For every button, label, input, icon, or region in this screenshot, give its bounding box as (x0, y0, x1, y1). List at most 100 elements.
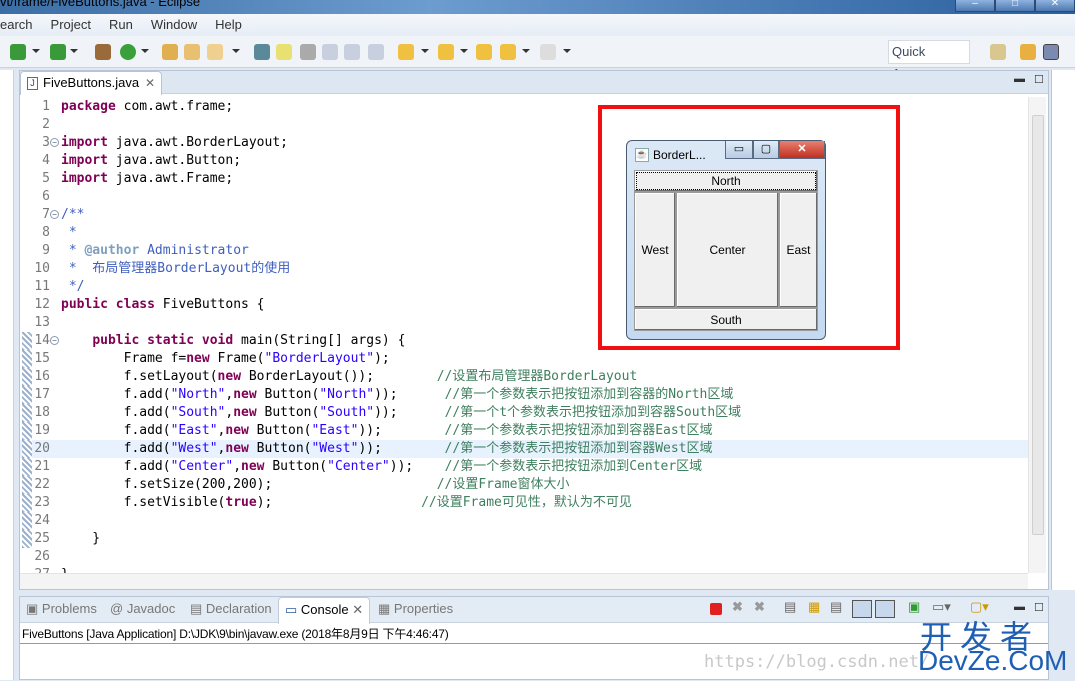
code-token: Frame f= (61, 351, 187, 366)
code-token: f.setSize(200,200); (61, 477, 437, 492)
quick-access-input[interactable]: Quick Access (888, 40, 970, 81)
center-button[interactable]: Center (676, 192, 779, 308)
close-tab-icon[interactable]: ✕ (145, 72, 155, 94)
show-on-stderr-icon[interactable] (875, 600, 895, 618)
maximize-icon[interactable]: □ (995, 0, 1035, 12)
menu-help[interactable]: Help (206, 14, 251, 36)
vertical-scrollbar[interactable] (1028, 97, 1046, 573)
java-icon: ☕ (635, 148, 649, 162)
north-button[interactable]: North (634, 170, 818, 192)
line-number: 1 (42, 99, 50, 114)
open-perspective-icon[interactable] (990, 44, 1006, 60)
code-token: "Center" (327, 459, 390, 474)
code-line[interactable]: 25 } (20, 530, 1028, 548)
minimize-icon[interactable]: ▭ (725, 141, 753, 159)
tab-javadoc[interactable]: @ Javadoc (110, 601, 175, 616)
remove-launch-icon[interactable]: ✖ (732, 599, 743, 615)
toggle-breadcrumb-icon[interactable] (322, 44, 338, 60)
code-line[interactable]: 21 f.add("Center",new Button("Center"));… (20, 458, 1028, 476)
open-type-icon[interactable] (162, 44, 178, 60)
watermark-logo-en: DevZe.CoM (918, 645, 1068, 676)
code-token: ); (374, 351, 390, 366)
last-edit-icon[interactable] (476, 44, 492, 60)
code-line[interactable]: 18 f.add("South",new Button("South")); /… (20, 404, 1028, 422)
scroll-lock-icon[interactable]: ▦ (808, 599, 820, 615)
show-on-stdout-icon[interactable] (852, 600, 872, 618)
tab-problems[interactable]: ▣ Problems (26, 601, 97, 617)
close-tab-icon[interactable]: ✕ (352, 602, 363, 617)
tab-declaration[interactable]: ▤ Declaration (190, 601, 272, 617)
terminate-icon[interactable] (710, 603, 722, 615)
forward-icon[interactable] (540, 44, 556, 60)
code-line[interactable]: 26 (20, 548, 1028, 566)
word-wrap-icon[interactable]: ▤ (830, 599, 842, 615)
code-token: java.awt.Frame; (107, 171, 234, 186)
code-line[interactable]: 20 f.add("West",new Button("West")); //第… (20, 440, 1028, 458)
pin-console-icon[interactable]: ▣ (908, 599, 920, 615)
clear-console-icon[interactable]: ▤ (784, 599, 796, 615)
code-text: f.setLayout(new BorderLayout()); //设置布局管… (61, 368, 638, 386)
scrollbar-thumb[interactable] (1032, 115, 1044, 535)
code-text: f.add("Center",new Button("Center")); //… (61, 458, 703, 476)
next-annotation-icon[interactable] (398, 44, 414, 60)
code-line[interactable]: 17 f.add("North",new Button("North")); /… (20, 386, 1028, 404)
menu-project[interactable]: Project (42, 14, 100, 36)
code-token: "East" (170, 423, 218, 438)
search-icon[interactable] (207, 44, 223, 60)
line-number: 5 (42, 171, 50, 186)
tab-properties[interactable]: ▦ Properties (378, 601, 453, 617)
west-button[interactable]: West (634, 192, 676, 308)
new-class-icon[interactable] (120, 44, 136, 60)
line-number: 19 (34, 423, 50, 438)
new-package-icon[interactable] (95, 44, 111, 60)
fold-toggle-icon[interactable]: − (50, 210, 59, 219)
minimize-editor-icon[interactable]: ▬ (1014, 73, 1025, 85)
code-line[interactable]: 15 Frame f=new Frame("BorderLayout"); (20, 350, 1028, 368)
horizontal-scrollbar[interactable] (20, 573, 1028, 589)
java-ee-perspective-icon[interactable] (1020, 44, 1036, 60)
fold-toggle-icon[interactable]: − (50, 336, 59, 345)
back-icon[interactable] (500, 44, 516, 60)
code-token: )); (358, 441, 445, 456)
east-button[interactable]: East (779, 192, 818, 308)
line-number: 8 (42, 225, 50, 240)
code-line[interactable]: 16 f.setLayout(new BorderLayout()); //设置… (20, 368, 1028, 386)
close-icon[interactable]: ✕ (779, 141, 825, 159)
menu-run[interactable]: Run (100, 14, 142, 36)
previous-annotation-icon[interactable] (438, 44, 454, 60)
code-line[interactable]: 23 f.setVisible(true); //设置Frame可见性，默认为不… (20, 494, 1028, 512)
code-text: } (61, 530, 100, 548)
java-perspective-icon[interactable] (1043, 44, 1059, 60)
task-icon[interactable] (254, 44, 270, 60)
whitespace-icon[interactable] (368, 44, 384, 60)
debug-icon[interactable] (10, 44, 26, 60)
open-folder-icon[interactable] (184, 44, 200, 60)
code-line[interactable]: 19 f.add("East",new Button("East")); //第… (20, 422, 1028, 440)
highlight-icon[interactable] (276, 44, 292, 60)
code-token: f.setLayout( (61, 369, 218, 384)
minimize-icon[interactable]: – (955, 0, 995, 12)
remove-all-icon[interactable]: ✖ (754, 599, 765, 615)
fold-toggle-icon[interactable]: − (50, 138, 59, 147)
close-icon[interactable]: ✕ (1035, 0, 1075, 12)
code-line[interactable]: 24 (20, 512, 1028, 530)
block-selection-icon[interactable] (344, 44, 360, 60)
code-token: java.awt.Button; (107, 153, 242, 168)
code-token: main(String[] args) { (233, 333, 406, 348)
code-token: "West" (170, 441, 218, 456)
menu-search[interactable]: earch (0, 14, 42, 36)
tab-console[interactable]: ▭ Console ✕ (278, 597, 371, 624)
code-token: FiveButtons { (154, 297, 265, 312)
south-button[interactable]: South (634, 308, 818, 331)
maximize-icon[interactable]: ▢ (753, 141, 779, 159)
tab-fivebuttons-java[interactable]: J FiveButtons.java ✕ (20, 71, 162, 95)
annotation-icon[interactable] (300, 44, 316, 60)
run-icon[interactable] (50, 44, 66, 60)
menu-window[interactable]: Window (142, 14, 206, 36)
line-number: 20 (34, 441, 50, 456)
maximize-editor-icon[interactable]: ☐ (1034, 73, 1044, 86)
code-line[interactable]: 27} (20, 566, 1028, 573)
code-line[interactable]: 22 f.setSize(200,200); //设置Frame窗体大小 (20, 476, 1028, 494)
code-token: f.add( (61, 405, 171, 420)
